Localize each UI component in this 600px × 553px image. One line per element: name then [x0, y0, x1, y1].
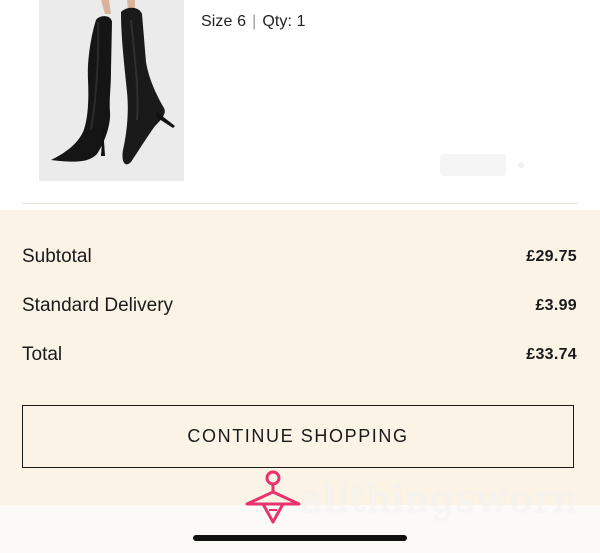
watermark-text: allthingsworn [300, 477, 579, 521]
delivery-label: Standard Delivery [22, 295, 174, 316]
subtotal-label: Subtotal [22, 246, 92, 267]
quantity-label: Qty: 1 [262, 13, 306, 30]
divider [22, 203, 578, 204]
total-amount: £33.74 [526, 346, 577, 363]
product-line-item: Size 6 | Qty: 1 [0, 0, 600, 210]
faded-placeholder [440, 154, 506, 176]
continue-shopping-button[interactable]: CONTINUE SHOPPING [22, 405, 574, 468]
home-indicator[interactable] [193, 535, 407, 541]
subtotal-amount: £29.75 [526, 248, 577, 265]
variant-separator: | [252, 13, 257, 30]
variant-details: Size 6 | Qty: 1 [201, 13, 306, 31]
total-row: Total £33.74 [22, 344, 577, 366]
total-label: Total [22, 344, 63, 365]
delivery-amount: £3.99 [535, 297, 577, 314]
knee-high-boots-image [39, 0, 184, 181]
order-summary: Subtotal £29.75 Standard Delivery £3.99 … [0, 210, 600, 505]
product-image[interactable] [39, 0, 184, 181]
delivery-row: Standard Delivery £3.99 [22, 295, 577, 317]
faded-dot [518, 162, 524, 168]
subtotal-row: Subtotal £29.75 [22, 246, 577, 268]
size-label: Size 6 [201, 13, 247, 30]
